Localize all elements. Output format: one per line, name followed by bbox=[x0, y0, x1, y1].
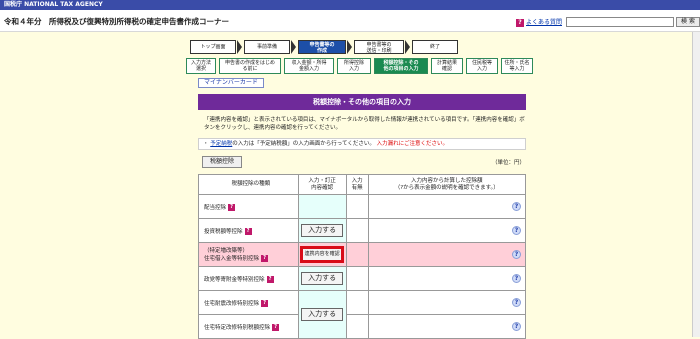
input-button[interactable]: 入力する bbox=[301, 272, 344, 285]
info-icon[interactable]: ? bbox=[512, 274, 521, 283]
help-icon[interactable]: ? bbox=[261, 254, 269, 262]
table-row: 投資税額等控除? 入力する ? bbox=[198, 218, 527, 243]
info-icon[interactable]: ? bbox=[512, 298, 521, 307]
substep-address: 住所・氏名 等入力 bbox=[501, 58, 533, 74]
col-header-presence: 入力 有無 bbox=[345, 174, 369, 195]
arrow-icon bbox=[405, 40, 410, 54]
row-label: 配当控除 bbox=[204, 204, 227, 211]
page-title: 令和４年分 所得税及び復興特別所得税の確定申告書作成コーナー bbox=[4, 17, 229, 26]
substep-before: 申告書の作成をはじめ る前に bbox=[219, 58, 281, 74]
step-end: 終了 bbox=[412, 40, 458, 54]
question-icon: ? bbox=[516, 18, 524, 27]
table-row: 住宅特定改修特別税額控除? ? bbox=[198, 314, 527, 339]
arrow-icon bbox=[291, 40, 296, 54]
nta-brand-label: 国税庁 NATIONAL TAX AGENCY bbox=[4, 1, 103, 8]
nta-brand-bar: 国税庁 NATIONAL TAX AGENCY bbox=[0, 0, 700, 10]
confirm-linkage-button[interactable]: 連携内容を確認 bbox=[300, 246, 345, 263]
table-row: 政党等寄附金等特別控除? 入力する ? bbox=[198, 266, 527, 291]
help-icon[interactable]: ? bbox=[266, 275, 274, 283]
info-icon[interactable]: ? bbox=[512, 202, 521, 211]
substep-result: 計算結果 確認 bbox=[431, 58, 463, 74]
section-banner: 税額控除・その他の項目の入力 bbox=[198, 94, 526, 110]
prepaid-tax-note: ・ 予定納税の入力は「予定納税額」の入力画面から行ってください。 入力漏れにご注… bbox=[198, 138, 526, 150]
substep-tax-credit: 税額控除・その 他の項目の入力 bbox=[374, 58, 428, 74]
step-top: トップ画面 bbox=[190, 40, 236, 54]
tab-tax-credit[interactable]: 税額控除 bbox=[202, 156, 242, 168]
table-row: 住宅耐震改修特別控除? 入力する ? bbox=[198, 290, 527, 339]
step-create: 申告書等の 作成 bbox=[298, 40, 346, 54]
table-row-highlighted: （特定増改築等） 住宅借入金等特別控除? 連携内容を確認 ? bbox=[198, 242, 527, 267]
step-send-print: 申告書等の 送信・印刷 bbox=[354, 40, 404, 54]
help-icon[interactable]: ? bbox=[228, 203, 236, 211]
help-icon[interactable]: ? bbox=[261, 299, 269, 307]
prepaid-tax-link[interactable]: 予定納税 bbox=[210, 141, 232, 147]
substep-income: 収入金額・所得 金額入力 bbox=[284, 58, 334, 74]
input-button[interactable]: 入力する bbox=[301, 224, 344, 237]
linkage-notice: 「連携内容を確認」と表示されている項目は、マイナポータルから取得した情報が連携さ… bbox=[204, 117, 525, 131]
col-header-amount: 入力内容から計算した控除額 （?から表示金額の説明を確認できます。） bbox=[367, 174, 527, 195]
note-text: の入力は「予定納税額」の入力画面から行ってください。 bbox=[232, 141, 375, 147]
table-row: 配当控除? ? bbox=[198, 194, 527, 219]
search-button[interactable]: 検 索 bbox=[676, 17, 700, 27]
faq-label: よくある質問 bbox=[526, 19, 563, 26]
tax-credit-table: 税額控除の種類 入力・訂正 内容確認 入力 有無 入力内容から計算した控除額 （… bbox=[198, 174, 527, 339]
row-label: （特定増改築等） 住宅借入金等特別控除 bbox=[204, 247, 260, 262]
substep-resident-tax: 住民税等 入力 bbox=[466, 58, 498, 74]
arrow-icon bbox=[347, 40, 352, 54]
step-prepare: 事前準備 bbox=[244, 40, 290, 54]
page-header: 令和４年分 所得税及び復興特別所得税の確定申告書作成コーナー ? よくある質問 検… bbox=[0, 10, 700, 32]
arrow-icon bbox=[237, 40, 242, 54]
search-input[interactable] bbox=[566, 17, 674, 27]
row-label: 投資税額等控除 bbox=[204, 228, 243, 235]
mynumber-card-button[interactable]: マイナンバーカード bbox=[198, 78, 264, 88]
substep-method: 入力方法 選択 bbox=[186, 58, 216, 74]
row-label: 政党等寄附金等特別控除 bbox=[204, 276, 265, 283]
row-label: 住宅特定改修特別税額控除 bbox=[204, 324, 271, 331]
row-label: 住宅耐震改修特別控除 bbox=[204, 300, 260, 307]
scrollbar[interactable] bbox=[692, 32, 700, 337]
faq-link[interactable]: ? よくある質問 bbox=[516, 17, 562, 27]
info-icon[interactable]: ? bbox=[512, 250, 521, 259]
info-icon[interactable]: ? bbox=[512, 322, 521, 331]
col-header-input: 入力・訂正 内容確認 bbox=[297, 174, 347, 195]
warning-text: 入力漏れにご注意ください。 bbox=[376, 141, 448, 147]
unit-label: （単位：円） bbox=[492, 160, 526, 166]
help-icon[interactable]: ? bbox=[272, 323, 280, 331]
help-icon[interactable]: ? bbox=[244, 227, 252, 235]
bullet: ・ bbox=[203, 141, 209, 147]
col-header-type: 税額控除の種類 bbox=[198, 174, 299, 195]
substep-deduction: 所得控除 入力 bbox=[337, 58, 371, 74]
input-button[interactable]: 入力する bbox=[301, 308, 344, 321]
info-icon[interactable]: ? bbox=[512, 226, 521, 235]
